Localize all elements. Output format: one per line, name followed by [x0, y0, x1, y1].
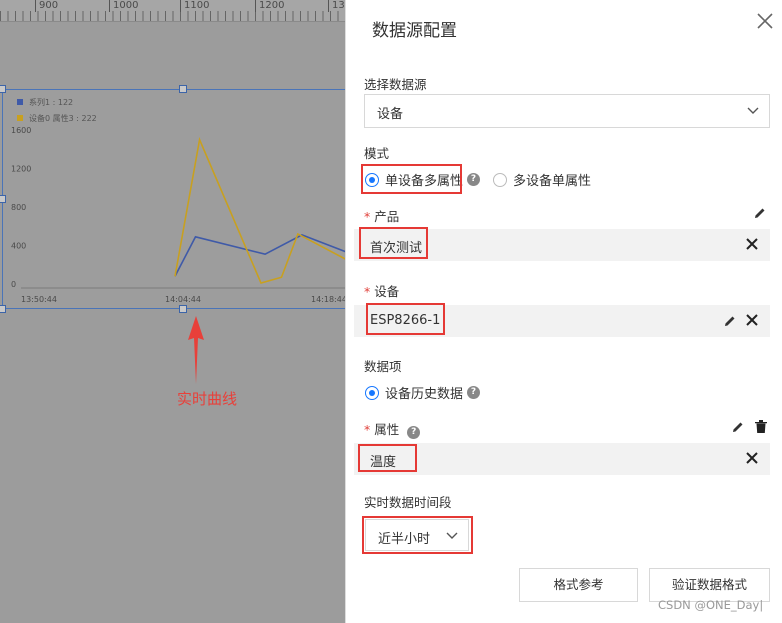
device-field[interactable]: ESP8266-1 [354, 305, 770, 337]
resize-handle[interactable] [0, 195, 6, 203]
device-value: ESP8266-1 [370, 313, 441, 328]
trash-icon[interactable] [755, 420, 767, 433]
help-icon[interactable]: ? [407, 426, 421, 439]
validate-format-button[interactable]: 验证数据格式 [649, 568, 770, 602]
y-tick-label: 400 [11, 242, 26, 251]
chevron-down-icon [747, 107, 759, 114]
resize-handle[interactable] [0, 305, 6, 313]
attr-label: * 属性 ? [364, 419, 421, 439]
chevron-down-icon [446, 532, 458, 539]
x-tick-label: 14:18:44 [311, 295, 347, 304]
watermark: CSDN @ONE_Day| [658, 598, 764, 612]
pencil-icon[interactable] [754, 207, 766, 219]
mode-multi-device-radio[interactable]: 多设备单属性 [493, 170, 591, 189]
annotation-caption: 实时曲线 [177, 390, 238, 408]
series-line [174, 234, 347, 277]
dataitem-option-label: 设备历史数据 [385, 387, 464, 402]
clear-icon[interactable] [746, 238, 758, 250]
annotation-arrow [188, 316, 204, 384]
close-icon[interactable] [756, 12, 774, 30]
clear-icon[interactable] [746, 452, 758, 464]
mode-label: 模式 [364, 146, 390, 161]
device-label: * 设备 [364, 284, 400, 299]
dataitem-history-radio[interactable]: 设备历史数据 ? [365, 383, 481, 402]
dataitem-label: 数据项 [364, 359, 402, 374]
datasource-label: 选择数据源 [364, 77, 427, 92]
attr-field[interactable]: 温度 [354, 443, 770, 475]
datasource-config-panel: 数据源配置 选择数据源 设备 模式 单设备多属性 ? 多设备单属性 * 产品 首次… [345, 0, 782, 623]
mode-single-device-radio[interactable]: 单设备多属性 ? [365, 170, 481, 189]
resize-handle[interactable] [179, 305, 187, 313]
period-value: 近半小时 [378, 532, 431, 547]
y-tick-label: 800 [11, 203, 26, 212]
horizontal-ruler: 900 1000 1100 1200 130 [0, 0, 351, 22]
series-line [174, 136, 347, 284]
mode-option-label: 多设备单属性 [513, 174, 592, 189]
resize-handle[interactable] [0, 85, 6, 93]
format-reference-button[interactable]: 格式参考 [519, 568, 638, 602]
panel-title: 数据源配置 [372, 21, 457, 41]
pencil-icon[interactable] [724, 315, 736, 327]
line-chart: 1600 1200 800 400 0 13:50:44 14:04:44 14:18:44 [11, 126, 347, 304]
x-tick-label: 14:04:44 [165, 295, 201, 304]
attr-value: 温度 [370, 455, 397, 470]
design-canvas[interactable]: 900 1000 1100 1200 130 系列1 : 122 设备0 属性3… [0, 0, 351, 623]
product-field[interactable]: 首次测试 [354, 229, 770, 261]
product-label: * 产品 [364, 209, 400, 224]
product-value: 首次测试 [370, 241, 423, 256]
mode-option-label: 单设备多属性 [385, 174, 464, 189]
y-tick-label: 0 [11, 280, 16, 289]
help-icon[interactable]: ? [467, 386, 481, 399]
y-tick-label: 1200 [11, 165, 31, 174]
pencil-icon[interactable] [732, 421, 744, 433]
help-icon[interactable]: ? [467, 173, 481, 186]
x-tick-label: 13:50:44 [21, 295, 57, 304]
period-select[interactable]: 近半小时 [365, 519, 469, 551]
ruler-ticks [0, 11, 346, 21]
radio-checked-icon [365, 172, 379, 187]
period-label: 实时数据时间段 [364, 495, 452, 510]
y-tick-label: 1600 [11, 126, 31, 135]
radio-checked-icon [365, 385, 379, 400]
clear-icon[interactable] [746, 314, 758, 326]
resize-handle[interactable] [179, 85, 187, 93]
realtime-chart-widget[interactable]: 系列1 : 122 设备0 属性3 : 222 1600 1200 800 400 0 1… [2, 89, 347, 309]
datasource-value: 设备 [377, 107, 404, 122]
radio-unchecked-icon [493, 172, 507, 187]
datasource-select[interactable]: 设备 [364, 94, 770, 128]
